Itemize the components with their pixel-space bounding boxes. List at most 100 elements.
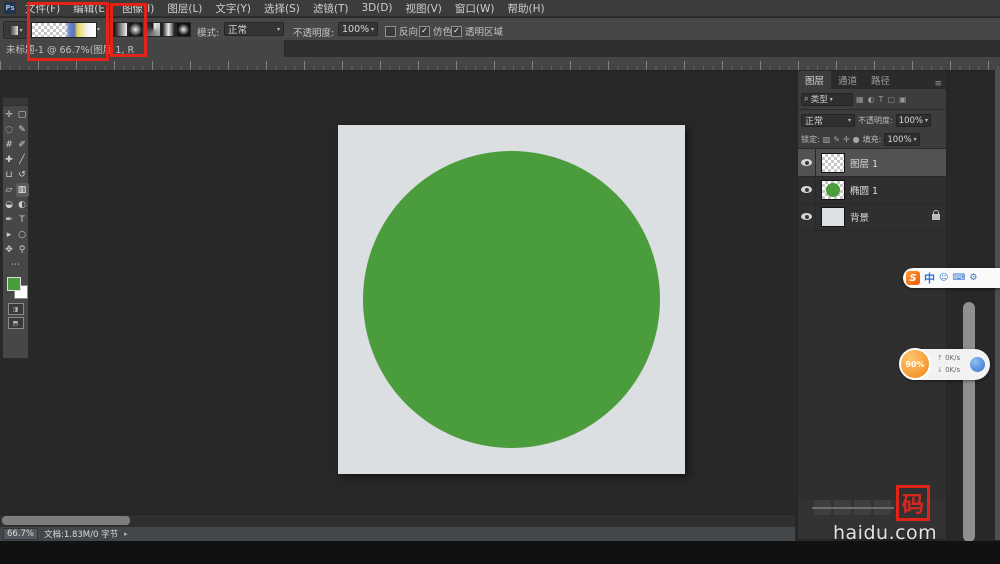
more-tools-button[interactable]: ⋯: [9, 258, 22, 272]
tab-layers[interactable]: 图层: [798, 71, 831, 89]
reflected-gradient-button[interactable]: [161, 22, 176, 37]
status-menu-arrow-icon[interactable]: ▸: [124, 530, 128, 538]
filter-adjustment-icon[interactable]: ◐: [868, 95, 875, 104]
dither-checkbox[interactable]: ✓: [419, 26, 430, 37]
visibility-toggle[interactable]: [798, 176, 816, 203]
horizontal-ruler[interactable]: [0, 57, 1000, 71]
watermark: 码 haidu.com: [812, 484, 952, 548]
blend-mode-select[interactable]: 正常 ▾: [224, 22, 284, 36]
transparency-checkbox-group[interactable]: ✓ 透明区域: [451, 24, 503, 38]
tools-panel-header[interactable]: [3, 98, 28, 106]
reverse-checkbox[interactable]: [385, 26, 396, 37]
reverse-checkbox-group[interactable]: 反向: [385, 24, 418, 38]
panel-menu-icon[interactable]: ≡: [934, 79, 946, 89]
dodge-tool[interactable]: ◐: [16, 198, 29, 212]
tab-channels[interactable]: 通道: [831, 71, 864, 89]
layer-opacity-label: 不透明度:: [858, 115, 893, 126]
layer-row[interactable]: 背景: [798, 203, 946, 231]
filter-type-select[interactable]: ⌕ 类型 ▾: [801, 93, 853, 106]
layer-thumbnail[interactable]: [821, 153, 845, 173]
speed-rates: 0K/s 0K/s: [937, 352, 960, 376]
filter-pixel-icon[interactable]: ▦: [856, 95, 864, 104]
type-tool[interactable]: T: [16, 213, 29, 227]
lasso-tool[interactable]: ◌: [3, 123, 16, 137]
path-selection-tool[interactable]: ▸: [3, 228, 16, 242]
layer-row[interactable]: 椭圆 1: [798, 176, 946, 204]
menu-filter[interactable]: 滤镜(T): [309, 0, 353, 17]
quick-mask-icon[interactable]: ◨: [8, 303, 24, 315]
menu-help[interactable]: 帮助(H): [504, 0, 549, 17]
gradient-tool[interactable]: ▥: [16, 183, 29, 197]
history-brush-tool[interactable]: ↺: [16, 168, 29, 182]
rectangular-marquee-tool[interactable]: ▢: [16, 108, 29, 122]
eraser-tool[interactable]: ▱: [3, 183, 16, 197]
eye-icon: [801, 186, 812, 193]
lock-all-icon[interactable]: ●: [853, 135, 860, 144]
filter-shape-icon[interactable]: ▢: [887, 95, 895, 104]
move-tool[interactable]: ✛: [3, 108, 16, 122]
layer-thumbnail[interactable]: [821, 207, 845, 227]
panel-tab-bar: 图层 通道 路径 ≡: [798, 71, 946, 89]
crop-tool[interactable]: #: [3, 138, 16, 152]
canvas-area[interactable]: [0, 70, 795, 515]
menu-window[interactable]: 窗口(W): [451, 0, 499, 17]
fill-select[interactable]: 100% ▾: [884, 133, 919, 146]
lock-pixels-icon[interactable]: ✎: [833, 135, 840, 144]
blur-tool[interactable]: ◒: [3, 198, 16, 212]
photoshop-window: Ps 文件(F) 编辑(E) 图像(I) 图层(L) 文字(Y) 选择(S) 滤…: [0, 0, 1000, 564]
menu-type[interactable]: 文字(Y): [211, 0, 255, 17]
screen-mode-icon[interactable]: ⬒: [8, 317, 24, 329]
lock-transparent-icon[interactable]: ▨: [823, 135, 831, 144]
ime-settings-icon[interactable]: ⚙: [969, 273, 977, 283]
document-canvas[interactable]: [338, 125, 685, 474]
status-bar: 66.7% 文档:1.83M/0 字节 ▸: [0, 527, 795, 541]
zoom-tool[interactable]: ⚲: [16, 243, 29, 257]
chevron-down-icon: ▾: [830, 96, 833, 103]
fill-value: 100%: [887, 135, 911, 145]
menu-3d[interactable]: 3D(D): [357, 1, 396, 15]
lock-position-icon[interactable]: ✛: [843, 135, 850, 144]
visibility-toggle[interactable]: [798, 203, 816, 230]
brush-tool[interactable]: ╱: [16, 153, 29, 167]
pen-tool[interactable]: ✒: [3, 213, 16, 227]
dither-checkbox-group[interactable]: ✓ 仿色: [419, 24, 452, 38]
speed-widget[interactable]: 90% 0K/s 0K/s: [900, 349, 990, 380]
eye-icon: [801, 159, 812, 166]
clone-stamp-tool[interactable]: ⊔: [3, 168, 16, 182]
ime-keyboard-icon[interactable]: ⌨: [952, 273, 965, 283]
visibility-toggle[interactable]: [798, 149, 816, 176]
eye-icon: [801, 213, 812, 220]
menu-select[interactable]: 选择(S): [260, 0, 304, 17]
layer-row[interactable]: 图层 1: [798, 149, 946, 177]
layer-opacity-value: 100%: [899, 116, 923, 126]
diamond-gradient-button[interactable]: [176, 22, 191, 37]
menu-layer[interactable]: 图层(L): [163, 0, 206, 17]
foreground-color-swatch[interactable]: [7, 277, 21, 291]
ime-mode-button[interactable]: 中: [924, 270, 935, 286]
hand-tool[interactable]: ✥: [3, 243, 16, 257]
ime-emoji-icon[interactable]: ☺: [939, 273, 948, 283]
menu-view[interactable]: 视图(V): [402, 0, 446, 17]
transparency-checkbox[interactable]: ✓: [451, 26, 462, 37]
tab-paths[interactable]: 路径: [864, 71, 897, 89]
ellipse-tool[interactable]: ○: [16, 228, 29, 242]
gradient-tool-preset[interactable]: ▾: [3, 21, 29, 39]
filter-type-icon[interactable]: T: [879, 95, 884, 104]
layer-blend-mode-select[interactable]: 正常 ▾: [801, 114, 855, 127]
vertical-scrollbar-thumb[interactable]: [963, 302, 975, 542]
horizontal-scrollbar-thumb[interactable]: [2, 516, 130, 525]
layer-thumbnail[interactable]: [821, 180, 845, 200]
layer-opacity-select[interactable]: 100% ▾: [896, 114, 931, 127]
zoom-level-field[interactable]: 66.7%: [3, 528, 38, 540]
opacity-label: 不透明度:: [293, 25, 334, 39]
eyedropper-tool[interactable]: ✐: [16, 138, 29, 152]
ime-toolbar[interactable]: S 中 ☺ ⌨ ⚙: [903, 268, 1000, 288]
speed-widget-button[interactable]: [970, 357, 985, 372]
filter-smart-icon[interactable]: ▣: [899, 95, 907, 104]
opacity-select[interactable]: 100% ▾: [338, 22, 378, 36]
quick-selection-tool[interactable]: ✎: [16, 123, 29, 137]
speed-percent-ball[interactable]: 90%: [899, 348, 931, 380]
lock-icon: [932, 214, 940, 220]
healing-brush-tool[interactable]: ✚: [3, 153, 16, 167]
angle-gradient-button[interactable]: [146, 22, 161, 37]
